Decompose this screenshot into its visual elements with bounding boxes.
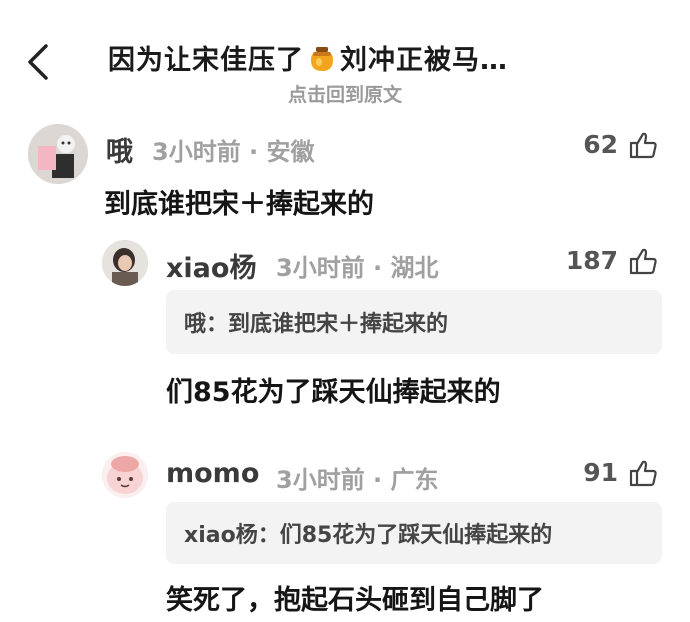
avatar-image bbox=[102, 240, 148, 286]
commenter-name[interactable]: 哦 bbox=[106, 130, 133, 169]
thumbs-up-icon[interactable] bbox=[628, 458, 658, 488]
avatar[interactable] bbox=[102, 452, 148, 498]
avatar[interactable] bbox=[102, 240, 148, 286]
comment-item: 哦 3小时前 · 安徽 62 到底谁把宋＋捧起来的 bbox=[0, 120, 690, 230]
comment-text: 们85花为了踩天仙捧起来的 bbox=[166, 377, 501, 408]
comment-meta: 3小时前 · 广东 bbox=[276, 466, 439, 494]
comment-meta: 3小时前 · 安徽 bbox=[152, 138, 315, 166]
quoted-comment[interactable]: 哦：到底谁把宋＋捧起来的 bbox=[166, 290, 662, 354]
like-count: 62 bbox=[583, 130, 618, 159]
like-count: 91 bbox=[583, 458, 618, 487]
quoted-comment[interactable]: xiao杨：们85花为了踩天仙捧起来的 bbox=[166, 502, 662, 564]
thumbs-up-icon[interactable] bbox=[628, 246, 658, 276]
commenter-name[interactable]: momo bbox=[166, 458, 259, 489]
header: 因为让宋佳压了 刘冲正被马… 点击回到原文 bbox=[0, 0, 690, 112]
thumbs-up-icon[interactable] bbox=[628, 130, 658, 160]
post-title: 因为让宋佳压了 刘冲正被马… bbox=[108, 38, 508, 77]
avatar-image bbox=[28, 124, 88, 184]
back-arrow-icon[interactable] bbox=[22, 40, 58, 84]
avatar-image bbox=[102, 452, 148, 498]
commenter-name[interactable]: xiao杨 bbox=[166, 246, 256, 285]
like-count: 187 bbox=[565, 246, 618, 275]
honey-jar-icon bbox=[311, 47, 333, 71]
avatar[interactable] bbox=[28, 124, 88, 184]
comment-meta: 3小时前 · 湖北 bbox=[276, 254, 439, 282]
title-suffix: 刘冲正被马… bbox=[340, 45, 508, 76]
back-to-original-link[interactable]: 点击回到原文 bbox=[0, 80, 690, 107]
reply-item: xiao杨 3小时前 · 湖北 187 哦：到底谁把宋＋捧起来的 们85花为了踩… bbox=[0, 236, 690, 416]
comment-text: 到底谁把宋＋捧起来的 bbox=[104, 189, 374, 220]
reply-item: momo 3小时前 · 广东 91 xiao杨：们85花为了踩天仙捧起来的 笑死… bbox=[0, 448, 690, 622]
title-prefix: 因为让宋佳压了 bbox=[108, 45, 304, 76]
comment-text: 笑死了，抱起石头砸到自己脚了 bbox=[166, 585, 544, 616]
